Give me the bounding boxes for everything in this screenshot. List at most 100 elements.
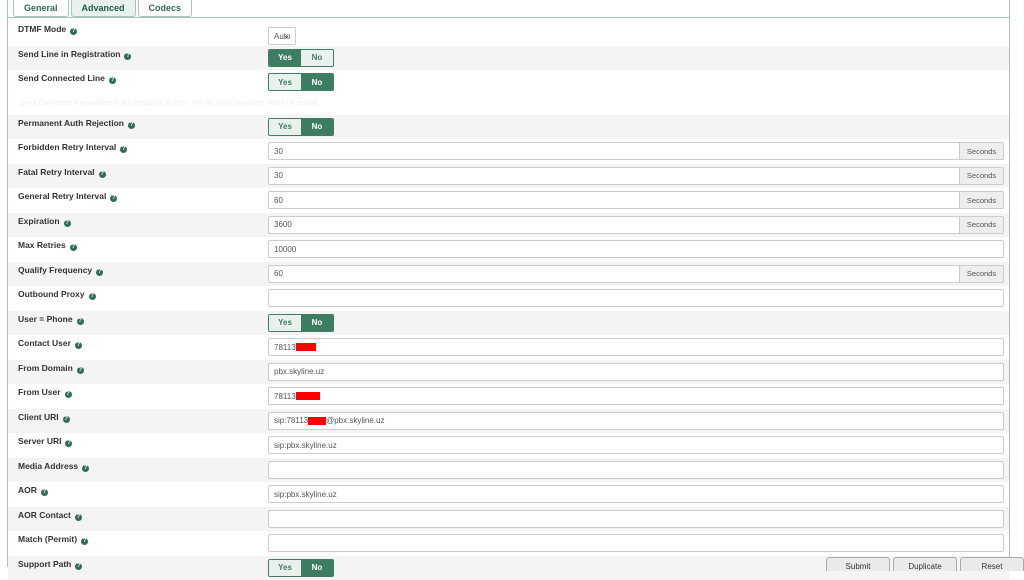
row-dtmf-mode: DTMF Mode? Auto ⌄ <box>8 21 1009 46</box>
help-icon[interactable]: ? <box>120 146 127 153</box>
field-label: Forbidden Retry Interval? <box>18 142 127 153</box>
client-uri-input[interactable]: sip:78113 @pbx.skyline.uz <box>268 412 1004 430</box>
match-permit-input[interactable] <box>268 534 1004 552</box>
help-icon[interactable]: ? <box>63 416 70 423</box>
row-from-user: From User? 78113 <box>8 384 1009 409</box>
aor-contact-group <box>268 510 1004 528</box>
fatal-retry-interval-input[interactable]: 30 <box>268 167 960 185</box>
field-label: Send Line in Registration? <box>18 49 131 60</box>
field-label: Max Retries? <box>18 240 77 251</box>
help-icon[interactable]: ? <box>99 171 106 178</box>
tab-advanced[interactable]: Advanced <box>71 0 136 17</box>
qualify-frequency-input[interactable]: 60 <box>268 265 960 283</box>
help-icon[interactable]: ? <box>65 440 72 447</box>
field-label: Contact User? <box>18 338 82 349</box>
advanced-settings-form: DTMF Mode? Auto ⌄ Send Line in Registrat… <box>8 21 1009 580</box>
max-retries-input[interactable]: 10000 <box>268 240 1004 258</box>
help-icon[interactable]: ? <box>64 220 71 227</box>
from-domain-input[interactable]: pbx.skyline.uz <box>268 363 1004 381</box>
contact-user-group: 78113 <box>268 338 1004 356</box>
no-button[interactable]: No <box>301 560 333 576</box>
duplicate-button[interactable]: Duplicate <box>893 557 957 571</box>
permanent-auth-rejection-toggle: Yes No <box>268 118 334 136</box>
field-label: From User? <box>18 387 72 398</box>
yes-button[interactable]: Yes <box>269 74 301 90</box>
aor-contact-input[interactable] <box>268 510 1004 528</box>
row-general-retry-interval: General Retry Interval? 60 Seconds <box>8 188 1009 213</box>
reset-button[interactable]: Reset <box>960 557 1024 571</box>
no-button[interactable]: No <box>301 50 333 66</box>
help-icon[interactable]: ? <box>82 465 89 472</box>
unit-addon: Seconds <box>959 142 1004 160</box>
tab-divider <box>8 17 1009 18</box>
row-fatal-retry-interval: Fatal Retry Interval? 30 Seconds <box>8 164 1009 189</box>
submit-button[interactable]: Submit <box>826 557 890 571</box>
field-label: Support Path? <box>18 559 82 570</box>
row-aor-contact: AOR Contact? <box>8 507 1009 532</box>
row-aor: AOR? sip:pbx.skyline.uz <box>8 482 1009 507</box>
help-icon[interactable]: ? <box>96 269 103 276</box>
row-qualify-frequency: Qualify Frequency? 60 Seconds <box>8 262 1009 287</box>
row-server-uri: Server URI? sip:pbx.skyline.uz <box>8 433 1009 458</box>
yes-button[interactable]: Yes <box>269 315 301 331</box>
server-uri-input[interactable]: sip:pbx.skyline.uz <box>268 436 1004 454</box>
field-label: From Domain? <box>18 363 84 374</box>
yes-button[interactable]: Yes <box>269 50 301 66</box>
media-address-input[interactable] <box>268 461 1004 479</box>
dtmf-mode-select[interactable]: Auto ⌄ <box>268 27 296 45</box>
row-match-permit: Match (Permit)? <box>8 531 1009 556</box>
help-icon[interactable]: ? <box>75 342 82 349</box>
redaction-mark <box>296 392 320 400</box>
expiration-group: 3600 Seconds <box>268 216 1004 234</box>
client-uri-prefix: sip:78113 <box>274 416 308 425</box>
row-max-retries: Max Retries? 10000 <box>8 237 1009 262</box>
from-user-value: 78113 <box>274 392 296 401</box>
contact-user-value: 78113 <box>274 343 296 352</box>
row-note: Send Connected line updates to this endp… <box>8 95 1009 115</box>
help-icon[interactable]: ? <box>124 53 131 60</box>
help-icon[interactable]: ? <box>65 391 72 398</box>
field-label: DTMF Mode? <box>18 24 77 35</box>
tab-bar: General Advanced Codecs <box>13 0 194 18</box>
help-icon[interactable]: ? <box>70 28 77 35</box>
unit-addon: Seconds <box>959 265 1004 283</box>
forbidden-retry-interval-input[interactable]: 30 <box>268 142 960 160</box>
help-icon[interactable]: ? <box>75 563 82 570</box>
contact-user-input[interactable]: 78113 <box>268 338 1004 356</box>
help-icon[interactable]: ? <box>70 244 77 251</box>
forbidden-retry-interval-group: 30 Seconds <box>268 142 1004 160</box>
tab-general[interactable]: General <box>13 0 69 17</box>
general-retry-interval-input[interactable]: 60 <box>268 191 960 209</box>
no-button[interactable]: No <box>301 119 333 135</box>
outbound-proxy-input[interactable] <box>268 289 1004 307</box>
expiration-input[interactable]: 3600 <box>268 216 960 234</box>
tab-codecs[interactable]: Codecs <box>138 0 193 17</box>
field-label: Match (Permit)? <box>18 534 88 545</box>
help-icon[interactable]: ? <box>110 195 117 202</box>
field-label: Fatal Retry Interval? <box>18 167 106 178</box>
send-line-in-registration-toggle: Yes No <box>268 49 334 67</box>
from-domain-group: pbx.skyline.uz <box>268 363 1004 381</box>
client-uri-suffix: @pbx.skyline.uz <box>326 416 384 425</box>
unit-addon: Seconds <box>959 191 1004 209</box>
help-icon[interactable]: ? <box>81 538 88 545</box>
no-button[interactable]: No <box>301 315 333 331</box>
help-icon[interactable]: ? <box>89 293 96 300</box>
aor-input[interactable]: sip:pbx.skyline.uz <box>268 485 1004 503</box>
help-icon[interactable]: ? <box>77 367 84 374</box>
yes-button[interactable]: Yes <box>269 119 301 135</box>
help-icon[interactable]: ? <box>128 122 135 129</box>
from-user-input[interactable]: 78113 <box>268 387 1004 405</box>
no-button[interactable]: No <box>301 74 333 90</box>
support-path-toggle: Yes No <box>268 559 334 577</box>
server-uri-group: sip:pbx.skyline.uz <box>268 436 1004 454</box>
fatal-retry-interval-group: 30 Seconds <box>268 167 1004 185</box>
help-icon[interactable]: ? <box>77 318 84 325</box>
help-icon[interactable]: ? <box>109 77 116 84</box>
help-icon[interactable]: ? <box>75 514 82 521</box>
yes-button[interactable]: Yes <box>269 560 301 576</box>
field-label: General Retry Interval? <box>18 191 117 202</box>
field-label: AOR? <box>18 485 48 496</box>
help-icon[interactable]: ? <box>41 489 48 496</box>
row-expiration: Expiration? 3600 Seconds <box>8 213 1009 238</box>
